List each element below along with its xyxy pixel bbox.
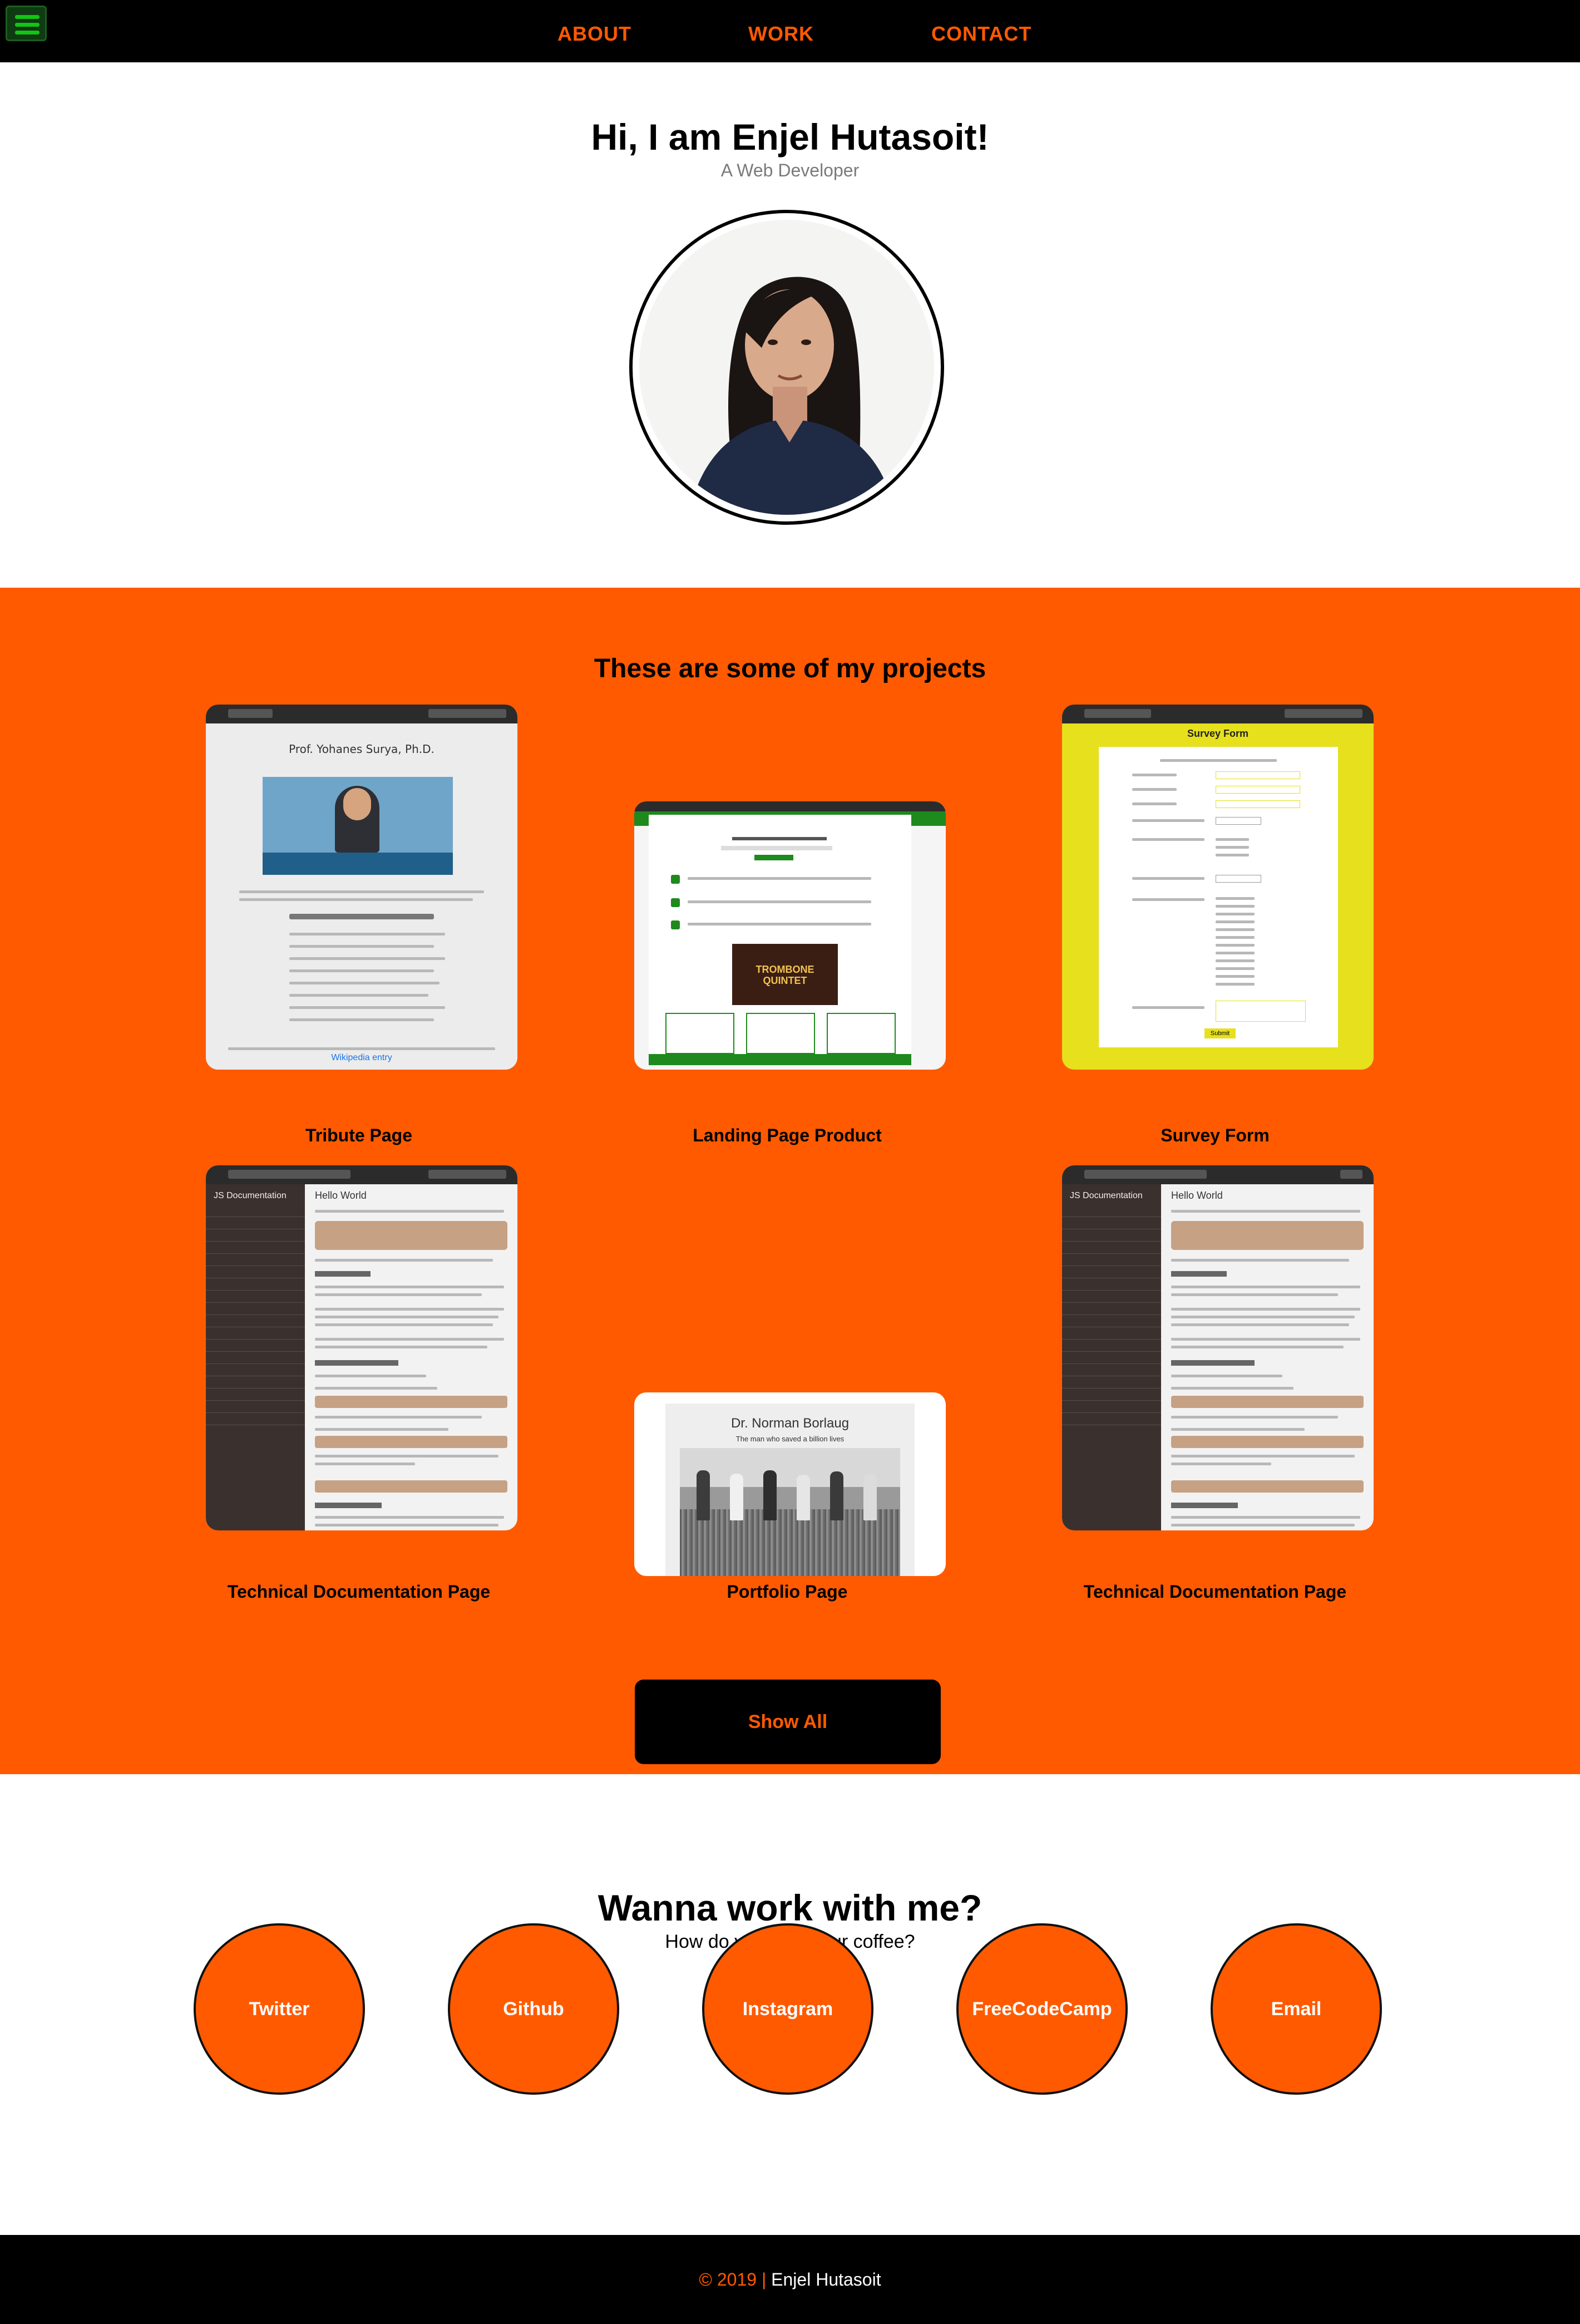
project-card-landing[interactable]: TROMBONE QUINTET [634, 801, 946, 1070]
freecodecamp-link[interactable]: FreeCodeCamp [956, 1923, 1128, 2095]
footer-name: Enjel Hutasoit [771, 2269, 881, 2289]
show-all-button[interactable]: Show All [635, 1680, 941, 1764]
project-label-techdoc-1[interactable]: Technical Documentation Page [164, 1582, 554, 1602]
instagram-link[interactable]: Instagram [702, 1923, 873, 2095]
contact-title: Wanna work with me? [598, 1887, 982, 1928]
preview-titlebar [1062, 705, 1374, 723]
preview-title: Survey Form [1187, 728, 1249, 739]
preview-titlebar [1062, 1165, 1374, 1184]
nav-link-contact[interactable]: CONTACT [931, 22, 1031, 46]
preview-titlebar [634, 801, 946, 811]
footer-copyright: © 2019 [699, 2269, 757, 2289]
projects-section: These are some of my projects Prof. Yoha… [0, 588, 1580, 1774]
project-card-survey[interactable]: Survey Form Submit [1062, 705, 1374, 1070]
projects-title: These are some of my projects [594, 654, 986, 683]
preview-nav-title: JS Documentation [214, 1191, 287, 1200]
preview-subtitle: The man who saved a billion lives [735, 1435, 845, 1443]
nav-link-work[interactable]: WORK [748, 22, 814, 46]
project-card-techdoc-1[interactable]: JS Documentation Hello World [206, 1165, 517, 1530]
project-label-landing[interactable]: Landing Page Product [592, 1125, 982, 1146]
top-navbar: ABOUT WORK CONTACT [0, 0, 1580, 62]
preview-video: TROMBONE QUINTET [732, 944, 838, 1005]
project-label-portfolio[interactable]: Portfolio Page [592, 1582, 982, 1602]
github-link[interactable]: Github [448, 1923, 619, 2095]
preview-image [263, 777, 453, 875]
project-label-survey[interactable]: Survey Form [1020, 1125, 1410, 1146]
email-link[interactable]: Email [1211, 1923, 1382, 2095]
nav-link-about[interactable]: ABOUT [557, 22, 631, 46]
project-card-portfolio[interactable]: Dr. Norman Borlaug The man who saved a b… [634, 1392, 946, 1576]
preview-photo [680, 1448, 900, 1576]
preview-heading: Hello World [1171, 1190, 1223, 1201]
preview-submit: Submit [1204, 1028, 1236, 1038]
profile-photo [639, 220, 934, 515]
hero-title: Hi, I am Enjel Hutasoit! [591, 116, 989, 157]
preview-nav-title: JS Documentation [1070, 1191, 1143, 1200]
project-label-techdoc-2[interactable]: Technical Documentation Page [1020, 1582, 1410, 1602]
project-label-tribute[interactable]: Tribute Page [164, 1125, 554, 1146]
footer: © 2019 | Enjel Hutasoit [0, 2235, 1580, 2324]
hero-subtitle: A Web Developer [720, 160, 860, 180]
preview-titlebar [206, 1165, 517, 1184]
footer-separator: | [761, 2269, 767, 2289]
profile-avatar [629, 210, 944, 525]
project-card-techdoc-2[interactable]: JS Documentation Hello World [1062, 1165, 1374, 1530]
preview-heading: Hello World [315, 1190, 367, 1201]
preview-titlebar [206, 705, 517, 723]
hamburger-menu-icon[interactable] [6, 6, 47, 41]
preview-wikipedia-link: Wikipedia entry [331, 1053, 392, 1062]
project-card-tribute[interactable]: Prof. Yohanes Surya, Ph.D. Wikipedia ent… [206, 705, 517, 1070]
twitter-link[interactable]: Twitter [194, 1923, 365, 2095]
preview-title: Prof. Yohanes Surya, Ph.D. [289, 742, 434, 756]
preview-title: Dr. Norman Borlaug [730, 1416, 850, 1431]
